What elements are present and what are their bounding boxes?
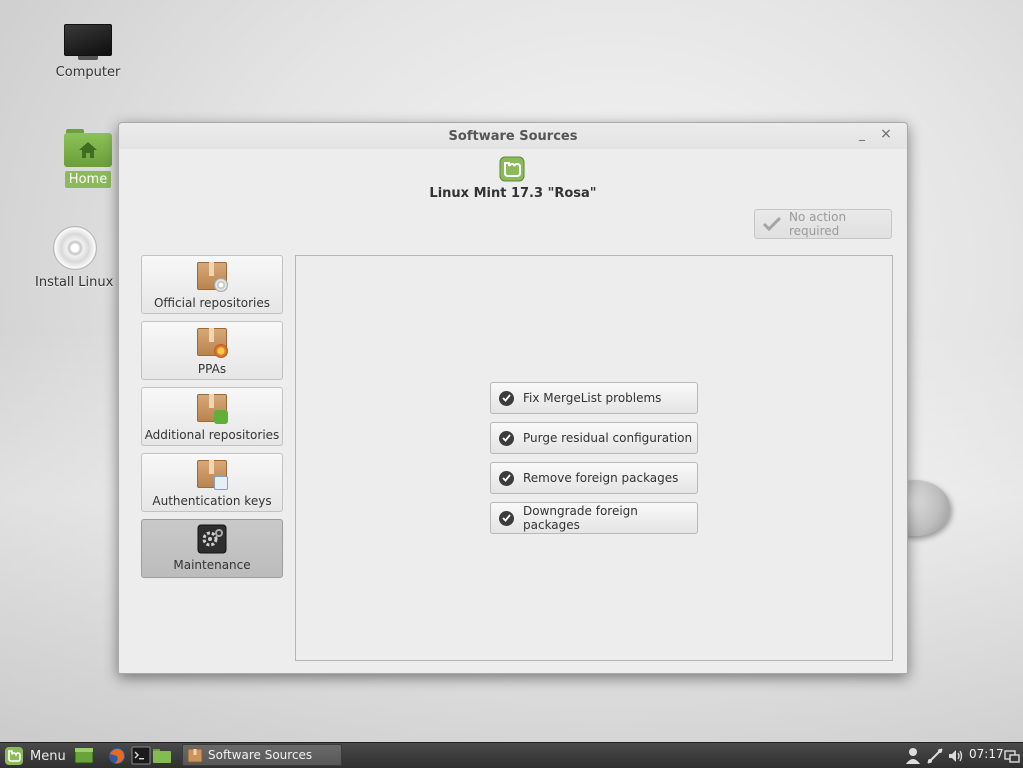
sidebar-item-maintenance[interactable]: Maintenance [141,519,283,578]
task-label: Software Sources [208,748,313,762]
maintenance-panel: Fix MergeList problems Purge residual co… [295,255,893,661]
fix-mergelist-button[interactable]: Fix MergeList problems [490,382,698,414]
status-label: No action required [789,210,847,238]
monitor-icon [64,24,112,60]
menu-label: Menu [30,748,66,764]
title-bar[interactable]: Software Sources _ × [119,123,907,149]
action-label: Downgrade foreign packages [523,504,638,532]
desktop-icon-install[interactable]: Install Linux M [31,226,119,291]
user-icon[interactable] [905,746,921,766]
status-button[interactable]: No action required [754,209,892,239]
distro-name: Linux Mint 17.3 "Rosa" [429,186,597,201]
sidebar: Official repositories PPAs Additional re… [141,255,283,585]
home-folder-icon [64,129,112,167]
package-key-icon [196,458,228,490]
sidebar-item-label: Maintenance [173,558,251,572]
downgrade-foreign-button[interactable]: Downgrade foreign packages [490,502,698,534]
firefox-icon[interactable] [107,746,127,765]
sidebar-item-label: Official repositories [153,296,271,310]
volume-icon[interactable] [947,746,965,766]
clock[interactable]: 07:17 [969,747,1004,761]
package-icon [187,748,203,763]
desktop-icon-label: Home [64,171,112,188]
check-circle-icon [499,510,514,526]
action-label: Remove foreign packages [523,471,679,485]
close-button[interactable]: × [879,127,893,141]
window-list-icon[interactable] [1004,746,1020,766]
software-sources-window: Software Sources _ × Linux Mint 17.3 "Ro… [118,122,908,674]
checkmark-icon [763,217,781,231]
taskbar-item-software-sources[interactable]: Software Sources [182,744,342,766]
sidebar-item-label: Additional repositories [144,428,280,442]
files-folder-icon[interactable] [152,746,172,765]
sidebar-item-label: Authentication keys [152,494,272,508]
sidebar-item-official-repositories[interactable]: Official repositories [141,255,283,314]
check-circle-icon [499,470,514,486]
linux-mint-logo-icon [499,156,525,182]
disc-icon [53,226,97,270]
mint-menu-icon [5,747,23,765]
desktop-icon-label: Computer [55,65,121,80]
purge-residual-button[interactable]: Purge residual configuration [490,422,698,454]
terminal-icon[interactable] [131,746,151,765]
desktop-icon-label: Install Linux M [35,275,119,290]
check-circle-icon [499,390,514,406]
network-icon[interactable] [926,746,944,766]
action-label: Fix MergeList problems [523,391,662,405]
remove-foreign-button[interactable]: Remove foreign packages [490,462,698,494]
window-title: Software Sources [448,129,578,144]
package-ppa-icon [196,326,228,358]
package-download-icon [196,392,228,424]
package-disc-icon [196,260,228,292]
action-label: Purge residual configuration [523,431,693,445]
sidebar-item-authentication-keys[interactable]: Authentication keys [141,453,283,512]
maintenance-actions: Fix MergeList problems Purge residual co… [490,382,698,542]
sidebar-item-additional-repositories[interactable]: Additional repositories [141,387,283,446]
minimize-button[interactable]: _ [855,127,869,141]
sidebar-item-ppas[interactable]: PPAs [141,321,283,380]
taskbar: Menu Software Sources 07:17 [0,742,1023,768]
desktop-icon-computer[interactable]: Computer [33,24,143,81]
sidebar-item-label: PPAs [197,362,227,376]
check-circle-icon [499,430,514,446]
menu-button[interactable]: Menu [4,746,66,766]
show-desktop-icon[interactable] [74,746,94,765]
maintenance-gear-icon [197,524,227,554]
